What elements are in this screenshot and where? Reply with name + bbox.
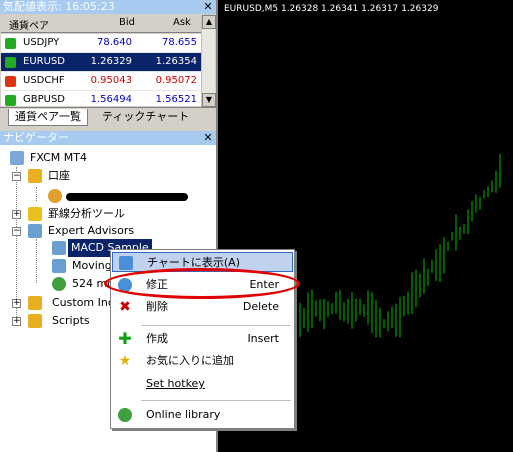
tree-expert-advisors-label: Expert Advisors: [48, 224, 135, 237]
expert-icon: [28, 224, 42, 238]
expert-icon: [52, 241, 66, 255]
ask-value: 1.56521: [155, 94, 197, 105]
ask-value: 78.655: [162, 37, 197, 48]
scroll-up-icon[interactable]: ▲: [202, 15, 216, 29]
accounts-icon: [28, 169, 42, 183]
collapse-icon[interactable]: −: [12, 227, 21, 236]
user-icon: [48, 189, 62, 203]
close-icon[interactable]: ✕: [202, 132, 214, 144]
up-arrow-icon: [5, 38, 16, 49]
highlight-annotation: [104, 268, 300, 299]
market-watch-tabs: 通貨ペア一覧 ティックチャート: [0, 107, 216, 127]
ask-value: 0.95072: [155, 75, 197, 86]
menu-item-add-favorites[interactable]: ★ お気に入りに追加: [112, 351, 293, 371]
symbol-name: GBPUSD: [23, 94, 66, 105]
expand-icon[interactable]: +: [12, 210, 21, 219]
tab-currency-pairs[interactable]: 通貨ペア一覧: [8, 109, 88, 126]
col-symbol[interactable]: 通貨ペア: [9, 17, 49, 32]
symbol-row-usdjpy[interactable]: USDJPY 78.640 78.655: [1, 34, 201, 53]
symbol-row-usdchf[interactable]: USDCHF 0.95043 0.95072: [1, 72, 201, 91]
col-bid[interactable]: Bid: [119, 17, 135, 28]
globe-icon: [52, 277, 66, 291]
redacted-account: [66, 193, 188, 201]
ask-value: 1.26354: [155, 56, 197, 67]
scripts-icon: [28, 314, 42, 328]
delete-icon: ✖: [119, 299, 131, 315]
market-watch-scrollbar[interactable]: ▲ ▼: [201, 15, 216, 107]
menu-separator: [141, 400, 291, 401]
market-watch-title: 気配値表示: 16:05:23: [0, 0, 216, 14]
globe-icon: [118, 408, 132, 422]
plus-icon: ✚: [118, 329, 132, 348]
symbol-row-eurusd[interactable]: EURUSD 1.26329 1.26354: [1, 53, 201, 72]
tree-ea-label: Moving: [72, 259, 112, 272]
custom-indicator-icon: [28, 296, 42, 310]
menu-separator: [141, 325, 291, 326]
bid-value: 1.56494: [90, 94, 132, 105]
up-arrow-icon: [5, 95, 16, 106]
tree-indicators-label: 罫線分析ツール: [48, 207, 125, 220]
market-watch-panel: 気配値表示: 16:05:23 ✕ 通貨ペア Bid Ask USDJPY 78…: [0, 0, 216, 127]
tree-scripts-label: Scripts: [52, 314, 90, 327]
tree-custom-indicators-label: Custom Ind: [52, 296, 115, 309]
market-watch-list: USDJPY 78.640 78.655 EURUSD 1.26329 1.26…: [1, 34, 201, 106]
terminal-icon: [10, 151, 24, 165]
tree-root-label: FXCM MT4: [30, 151, 87, 164]
menu-item-create[interactable]: ✚ 作成 Insert: [112, 329, 293, 349]
symbol-name: USDJPY: [23, 37, 60, 48]
menu-item-delete[interactable]: ✖ 削除 Delete: [112, 297, 293, 317]
menu-item-set-hotkey[interactable]: Set hotkey: [112, 374, 293, 394]
tree-accounts-label: 口座: [48, 169, 70, 182]
col-ask[interactable]: Ask: [173, 17, 191, 28]
navigator-title: ナビゲーター: [0, 131, 216, 145]
menu-item-online-library[interactable]: Online library: [112, 405, 293, 425]
scroll-down-icon[interactable]: ▼: [202, 93, 216, 107]
expert-icon: [52, 259, 66, 273]
collapse-icon[interactable]: −: [12, 172, 21, 181]
symbol-name: EURUSD: [23, 56, 65, 67]
expand-icon[interactable]: +: [12, 299, 21, 308]
indicator-icon: [28, 207, 42, 221]
bid-value: 78.640: [97, 37, 132, 48]
symbol-name: USDCHF: [23, 75, 65, 86]
chart-icon: [119, 256, 133, 270]
close-icon[interactable]: ✕: [202, 1, 214, 13]
bid-value: 0.95043: [90, 75, 132, 86]
down-arrow-icon: [5, 76, 16, 87]
tab-tick-chart[interactable]: ティックチャート: [96, 109, 195, 126]
bid-value: 1.26329: [90, 56, 132, 67]
expand-icon[interactable]: +: [12, 317, 21, 326]
up-arrow-icon: [5, 57, 16, 68]
market-watch-header: 通貨ペア Bid Ask: [1, 15, 201, 33]
symbol-row-gbpusd[interactable]: GBPUSD 1.56494 1.56521: [1, 91, 201, 106]
star-icon: ★: [118, 353, 132, 369]
